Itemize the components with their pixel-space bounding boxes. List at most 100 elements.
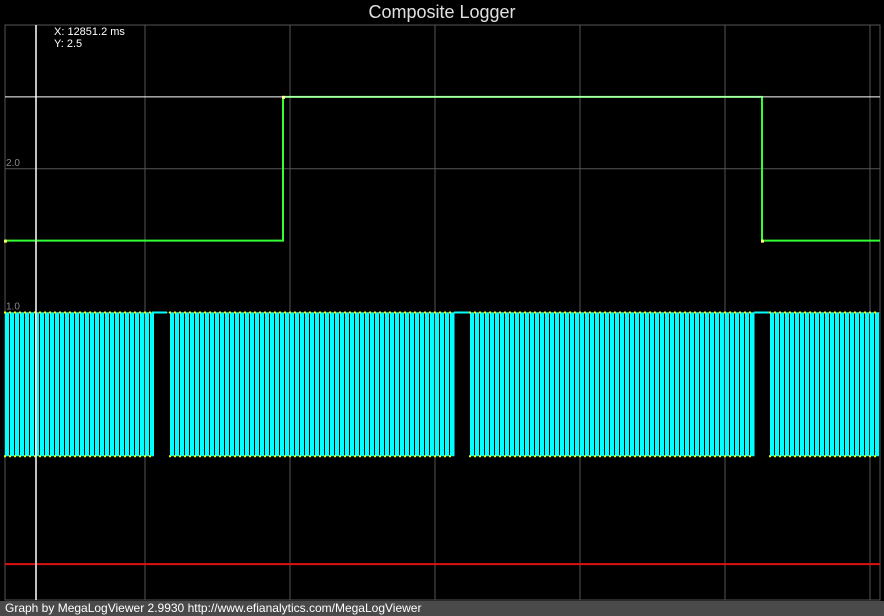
crank-tooth	[300, 312, 304, 457]
crank-sample-marker	[834, 455, 836, 458]
crank-sample-marker	[439, 311, 441, 314]
crank-tooth	[225, 312, 229, 457]
crank-sample-marker	[829, 455, 831, 458]
crank-sample-marker	[669, 455, 671, 458]
crank-sample-marker	[144, 455, 146, 458]
crank-tooth	[490, 312, 494, 457]
crank-tooth	[105, 312, 109, 457]
crank-sample-marker	[734, 455, 736, 458]
crank-sample-marker	[519, 311, 521, 314]
crank-sample-marker	[789, 455, 791, 458]
crank-tooth	[325, 312, 329, 457]
crank-tooth	[15, 312, 19, 457]
crank-tooth	[290, 312, 294, 457]
crank-sample-marker	[674, 311, 676, 314]
crank-sample-marker	[354, 311, 356, 314]
crank-sample-marker	[314, 455, 316, 458]
crank-sample-marker	[554, 455, 556, 458]
crank-tooth	[645, 312, 649, 457]
crank-sample-marker	[329, 455, 331, 458]
crank-sample-marker	[694, 455, 696, 458]
crank-sample-marker	[79, 311, 81, 314]
crank-sample-marker	[859, 311, 861, 314]
crank-tooth	[330, 312, 334, 457]
crank-sample-marker	[549, 311, 551, 314]
crank-tooth	[25, 312, 29, 457]
crank-sample-marker	[469, 455, 471, 458]
crank-tooth	[670, 312, 674, 457]
plot-area[interactable]: 2.0 1.0	[0, 0, 884, 616]
crank-sample-marker	[64, 455, 66, 458]
crank-sample-marker	[299, 311, 301, 314]
crank-sample-marker	[124, 455, 126, 458]
crank-tooth	[380, 312, 384, 457]
crank-tooth	[285, 312, 289, 457]
crank-tooth	[90, 312, 94, 457]
crank-tooth	[635, 312, 639, 457]
crank-tooth	[355, 312, 359, 457]
cursor-x-value: X: 12851.2 ms	[54, 26, 125, 38]
crank-tooth	[310, 312, 314, 457]
crank-sample-marker	[254, 311, 256, 314]
crank-sample-marker	[724, 311, 726, 314]
y-tick-label: 1.0	[6, 302, 20, 313]
crank-sample-marker	[674, 455, 676, 458]
crank-sample-marker	[319, 455, 321, 458]
crank-sample-marker	[419, 455, 421, 458]
crank-tooth	[585, 312, 589, 457]
crank-sample-marker	[779, 455, 781, 458]
crank-tooth	[80, 312, 84, 457]
crank-sample-marker	[329, 311, 331, 314]
crank-sample-marker	[599, 455, 601, 458]
crank-tooth	[435, 312, 439, 457]
crank-sample-marker	[174, 455, 176, 458]
crank-tooth	[210, 312, 214, 457]
crank-sample-marker	[444, 311, 446, 314]
crank-tooth	[125, 312, 129, 457]
crank-sample-marker	[534, 455, 536, 458]
crank-tooth	[865, 312, 869, 457]
crank-tooth	[815, 312, 819, 457]
crank-tooth	[640, 312, 644, 457]
crank-sample-marker	[824, 455, 826, 458]
crank-sample-marker	[594, 455, 596, 458]
crank-sample-marker	[849, 311, 851, 314]
crank-sample-marker	[199, 455, 201, 458]
crank-sample-marker	[659, 455, 661, 458]
crank-sample-marker	[344, 311, 346, 314]
crank-sample-marker	[619, 455, 621, 458]
crank-sample-marker	[139, 455, 141, 458]
crank-tooth	[320, 312, 324, 457]
crank-tooth	[555, 312, 559, 457]
crank-tooth	[415, 312, 419, 457]
crank-sample-marker	[444, 455, 446, 458]
crank-sample-marker	[619, 311, 621, 314]
crank-sample-marker	[19, 455, 21, 458]
crank-sample-marker	[609, 311, 611, 314]
crank-sample-marker	[149, 455, 151, 458]
crank-sample-marker	[174, 311, 176, 314]
crank-sample-marker	[434, 311, 436, 314]
crank-sample-marker	[629, 455, 631, 458]
crank-sample-marker	[359, 311, 361, 314]
crank-tooth	[690, 312, 694, 457]
crank-tooth	[475, 312, 479, 457]
crank-tooth	[395, 312, 399, 457]
crank-sample-marker	[349, 311, 351, 314]
crank-sample-marker	[239, 455, 241, 458]
crank-tooth	[135, 312, 139, 457]
crank-tooth	[350, 312, 354, 457]
crank-tooth	[405, 312, 409, 457]
y-tick-label: 2.0	[6, 158, 20, 169]
crank-tooth	[590, 312, 594, 457]
crank-sample-marker	[689, 455, 691, 458]
crank-tooth	[240, 312, 244, 457]
crank-sample-marker	[99, 455, 101, 458]
crank-sample-marker	[389, 311, 391, 314]
crank-sample-marker	[479, 311, 481, 314]
crank-sample-marker	[354, 455, 356, 458]
crank-sample-marker	[384, 455, 386, 458]
crank-sample-marker	[264, 455, 266, 458]
crank-sample-marker	[364, 311, 366, 314]
crank-sample-marker	[714, 455, 716, 458]
